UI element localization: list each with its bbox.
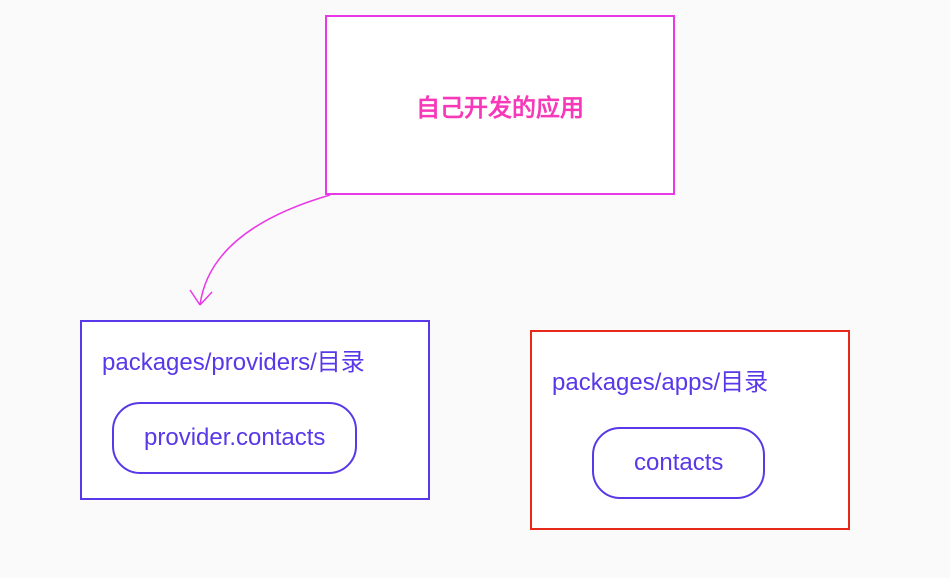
- apps-title: packages/apps/目录: [552, 362, 828, 397]
- provider-contacts-item: provider.contacts: [112, 402, 357, 474]
- providers-title: packages/providers/目录: [102, 342, 408, 377]
- top-application-box: 自己开发的应用: [325, 15, 675, 195]
- contacts-item: contacts: [592, 427, 765, 499]
- providers-box: packages/providers/目录 provider.contacts: [80, 320, 430, 500]
- arrow-connector: [160, 190, 360, 330]
- top-application-label: 自己开发的应用: [416, 88, 584, 123]
- apps-box: packages/apps/目录 contacts: [530, 330, 850, 530]
